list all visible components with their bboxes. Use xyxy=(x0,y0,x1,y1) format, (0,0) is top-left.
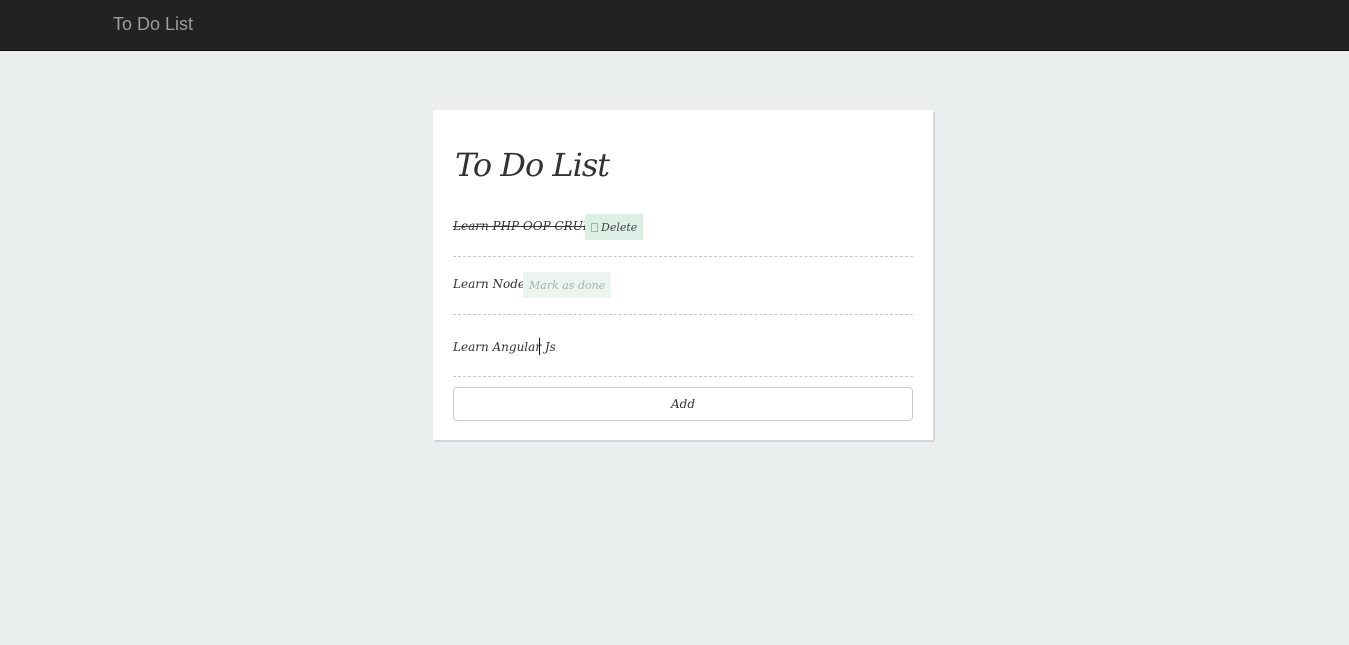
new-item-row xyxy=(453,330,913,377)
todo-item-text: Learn PHP OOP CRUD xyxy=(453,219,593,233)
delete-button-label: Delete xyxy=(601,220,638,234)
todo-item: Learn Node.js Mark as done xyxy=(453,268,913,315)
new-task-input[interactable] xyxy=(453,340,893,354)
text-cursor xyxy=(539,338,540,355)
delete-button[interactable]: Delete xyxy=(585,214,644,240)
trash-icon xyxy=(591,222,598,232)
add-button[interactable]: Add xyxy=(453,387,913,421)
todo-item: Learn PHP OOP CRUD Delete xyxy=(453,210,913,257)
top-navbar: To Do List xyxy=(0,0,1349,51)
page-title: To Do List xyxy=(455,146,610,184)
mark-as-done-label: Mark as done xyxy=(529,278,606,292)
todo-card: To Do List Learn PHP OOP CRUD Delete Lea… xyxy=(433,110,933,440)
mark-as-done-button[interactable]: Mark as done xyxy=(523,272,612,298)
navbar-brand[interactable]: To Do List xyxy=(113,14,193,35)
